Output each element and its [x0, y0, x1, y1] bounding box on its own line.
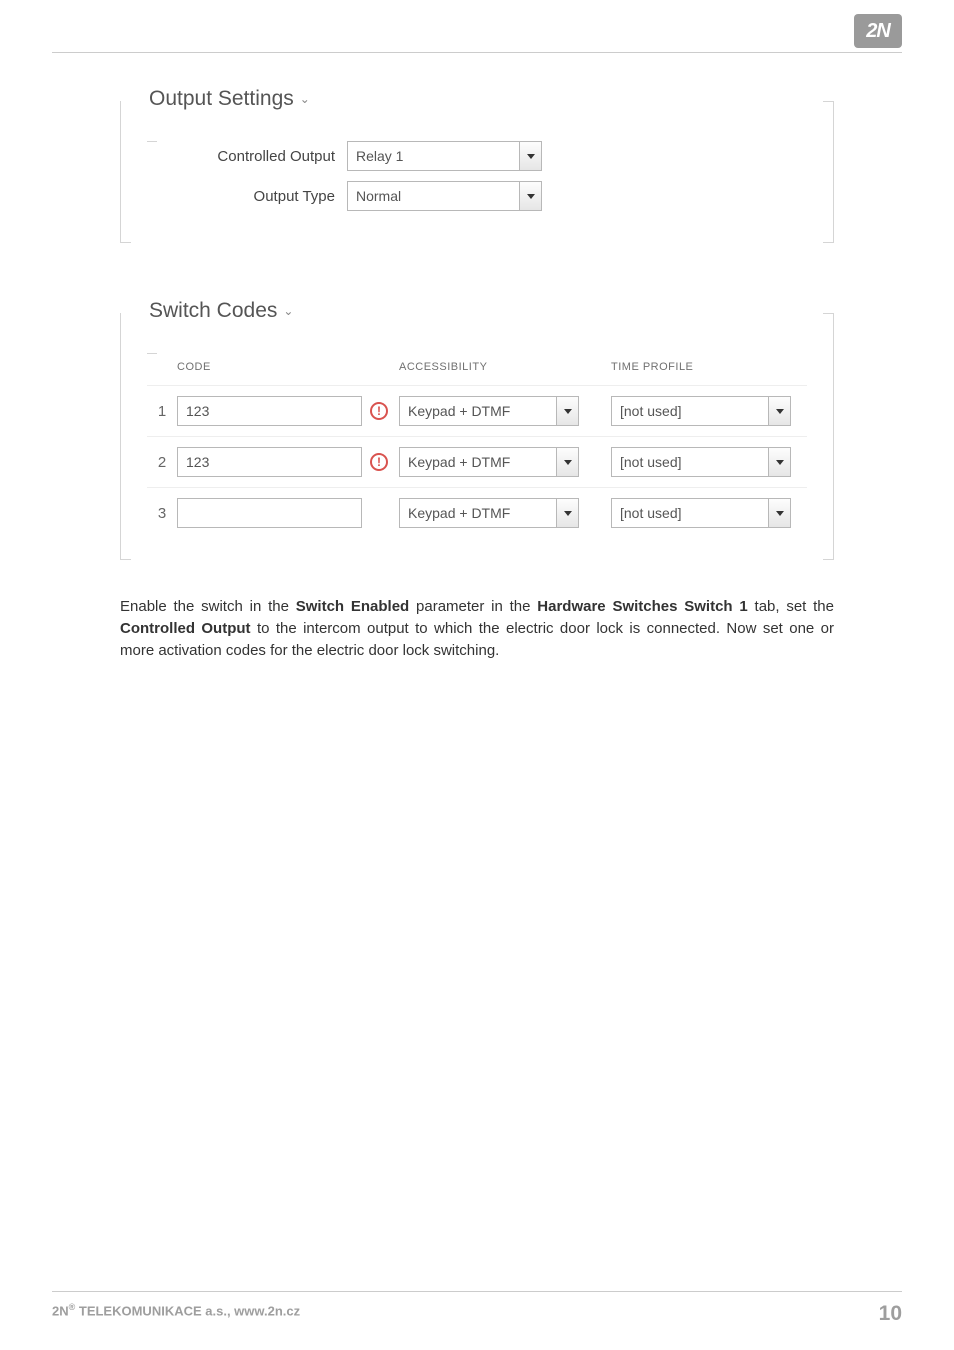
table-row: 1123! Keypad + DTMF [not used] [147, 385, 807, 436]
warning-icon: ! [370, 453, 388, 471]
page-footer: 2N® TELEKOMUNIKACE a.s., www.2n.cz 10 [52, 1291, 902, 1326]
accessibility-select[interactable]: Keypad + DTMF [399, 447, 579, 477]
table-row: 2123! Keypad + DTMF [not used] [147, 436, 807, 487]
time-profile-value: [not used] [612, 499, 768, 527]
footer-company: 2N [52, 1303, 69, 1318]
row-index: 1 [147, 403, 177, 420]
dropdown-button[interactable] [556, 448, 578, 476]
dropdown-button[interactable] [556, 499, 578, 527]
controlled-output-label: Controlled Output [147, 148, 347, 165]
code-input[interactable]: 123 [177, 396, 362, 426]
chevron-down-icon [527, 154, 535, 159]
switch-codes-title[interactable]: Switch Codes ⌄ [143, 299, 299, 323]
time-profile-value: [not used] [612, 448, 768, 476]
header-accessibility: ACCESSIBILITY [399, 361, 611, 373]
chevron-down-icon [564, 409, 572, 414]
controlled-output-value: Relay 1 [348, 142, 519, 170]
chevron-down-icon [776, 409, 784, 414]
header-code: CODE [177, 361, 399, 373]
chevron-down-icon [564, 511, 572, 516]
chevron-down-icon [776, 511, 784, 516]
switch-codes-title-text: Switch Codes [149, 299, 277, 323]
dropdown-button[interactable] [768, 397, 790, 425]
chevron-down-icon [527, 194, 535, 199]
row-index: 2 [147, 454, 177, 471]
row-index: 3 [147, 505, 177, 522]
accessibility-select[interactable]: Keypad + DTMF [399, 396, 579, 426]
output-type-select[interactable]: Normal [347, 181, 542, 211]
time-profile-value: [not used] [612, 397, 768, 425]
output-settings-fieldset: Output Settings ⌄ Controlled Output Rela… [120, 101, 834, 243]
footer-rest: TELEKOMUNIKACE a.s., www.2n.cz [75, 1303, 300, 1318]
time-profile-select[interactable]: [not used] [611, 498, 791, 528]
table-row: 3 Keypad + DTMF [not used] [147, 487, 807, 538]
chevron-down-icon [564, 460, 572, 465]
header-time-profile: TIME PROFILE [611, 361, 807, 373]
output-type-label: Output Type [147, 188, 347, 205]
page-number: 10 [879, 1302, 902, 1326]
codes-table-header: CODE ACCESSIBILITY TIME PROFILE [147, 353, 807, 385]
dropdown-button[interactable] [556, 397, 578, 425]
warning-icon: ! [370, 402, 388, 420]
accessibility-select[interactable]: Keypad + DTMF [399, 498, 579, 528]
code-input[interactable] [177, 498, 362, 528]
time-profile-select[interactable]: [not used] [611, 396, 791, 426]
time-profile-select[interactable]: [not used] [611, 447, 791, 477]
code-input[interactable]: 123 [177, 447, 362, 477]
output-type-value: Normal [348, 182, 519, 210]
controlled-output-select[interactable]: Relay 1 [347, 141, 542, 171]
output-settings-title-text: Output Settings [149, 87, 294, 111]
accessibility-value: Keypad + DTMF [400, 499, 556, 527]
dropdown-button[interactable] [519, 182, 541, 210]
dropdown-button[interactable] [519, 142, 541, 170]
output-settings-title[interactable]: Output Settings ⌄ [143, 87, 316, 111]
accessibility-value: Keypad + DTMF [400, 397, 556, 425]
dropdown-button[interactable] [768, 499, 790, 527]
chevron-down-icon [776, 460, 784, 465]
switch-codes-fieldset: Switch Codes ⌄ CODE ACCESSIBILITY TIME P… [120, 313, 834, 560]
chevron-down-icon: ⌄ [300, 92, 310, 106]
dropdown-button[interactable] [768, 448, 790, 476]
chevron-down-icon: ⌄ [283, 304, 293, 318]
brand-logo: 2N [854, 14, 902, 48]
instruction-paragraph: Enable the switch in the Switch Enabled … [120, 596, 834, 661]
accessibility-value: Keypad + DTMF [400, 448, 556, 476]
